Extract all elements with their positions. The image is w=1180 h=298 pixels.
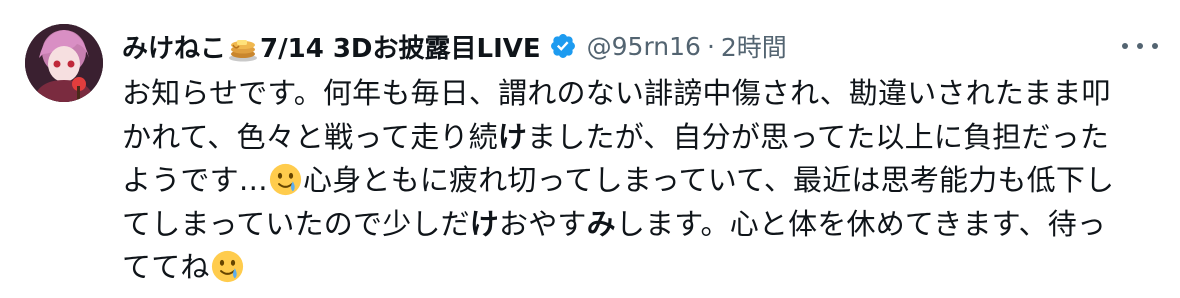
tear-smile-emoji	[211, 250, 244, 283]
tweet-text-line: ててね	[122, 246, 1152, 290]
text-segment: します。心と体を休めてきます、待っ	[615, 206, 1107, 241]
display-name[interactable]: みけねこ 7/14 3Dお披露目LIVE	[122, 28, 541, 65]
pancake-icon	[228, 34, 258, 62]
tear-smile-emoji	[269, 163, 302, 196]
text-segment: 心身ともに疲れ切ってしまっていて、最近は思考能力も低下し	[303, 163, 1115, 197]
text-segment: ましたが、自分が思ってた以上に負担だった	[527, 119, 1110, 154]
avatar-image	[25, 24, 103, 102]
separator-dot: ·	[706, 31, 715, 61]
user-handle[interactable]: @95rn16	[587, 32, 701, 61]
verified-badge-icon[interactable]	[549, 32, 577, 60]
tweet-text-line: かれて、色々と戦って走り続けましたが、自分が思ってた以上に負担だった	[122, 116, 1152, 160]
tweet-text-line: ようです… 心身ともに疲れ切ってしまっていて、最近は思考能力も低下し	[122, 159, 1152, 203]
tweet-text: お知らせです。何年も毎日、謂れのない誹謗中傷され、勘違いされたまま叩 かれて、色…	[122, 72, 1152, 290]
display-name-suffix: 7/14 3Dお披露目LIVE	[260, 33, 541, 64]
display-name-text: みけねこ	[122, 33, 227, 64]
tweet-header: みけねこ 7/14 3Dお披露目LIVE @95rn16 · 2時間	[122, 24, 1160, 68]
avatar[interactable]	[25, 24, 103, 102]
text-segment: ててね	[122, 250, 210, 284]
text-segment-bold: け	[469, 206, 499, 241]
more-options-icon[interactable]	[1122, 36, 1158, 56]
text-segment: お知らせです。何年も毎日、謂れのない誹謗中傷され、勘違いされたまま叩	[122, 76, 1111, 110]
text-segment: かれて、色々と戦って走り続	[122, 119, 498, 154]
text-segment: ようです…	[122, 163, 269, 197]
text-segment: おやす	[499, 206, 587, 241]
text-segment-bold: み	[586, 206, 616, 241]
timestamp[interactable]: 2時間	[721, 28, 787, 64]
tweet[interactable]: みけねこ 7/14 3Dお披露目LIVE @95rn16 · 2時間 お知らせで…	[0, 0, 1180, 298]
text-segment-bold: け	[497, 119, 528, 154]
tweet-text-line: お知らせです。何年も毎日、謂れのない誹謗中傷され、勘違いされたまま叩	[122, 72, 1152, 116]
tweet-text-line: てしまっていたので少しだけおやすみします。心と体を休めてきます、待っ	[122, 203, 1152, 247]
text-segment: てしまっていたので少しだ	[122, 206, 470, 241]
